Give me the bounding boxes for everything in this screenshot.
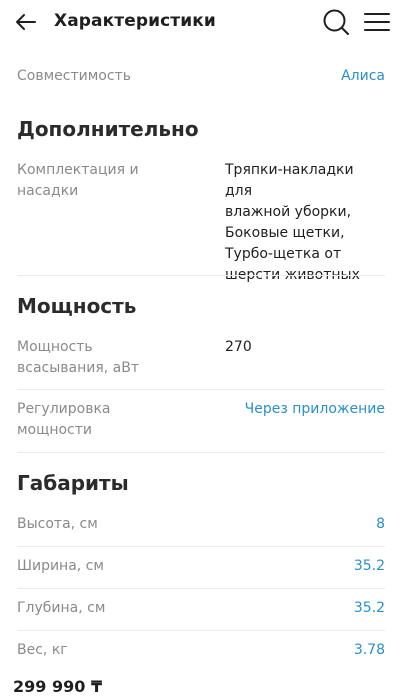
spec-value-link[interactable]: 35.2 (354, 556, 385, 577)
spec-value-link[interactable]: Через приложение (245, 399, 385, 420)
arrow-left-icon (16, 14, 36, 30)
section-title-additional: Дополнительно (17, 117, 199, 141)
section-title-dimensions: Габариты (17, 471, 129, 495)
divider (17, 546, 385, 547)
spec-value-link[interactable]: 35.2 (354, 598, 385, 619)
spec-value-line: Турбо-щетка от (225, 246, 342, 262)
divider (17, 588, 385, 589)
spec-value-link[interactable]: Алиса (341, 66, 385, 87)
spec-label-line: всасывания, аВт (17, 360, 140, 376)
spec-label: Регулировка мощности (17, 399, 110, 441)
menu-button[interactable] (363, 10, 391, 34)
spec-value-line: Боковые щетки, (225, 225, 345, 241)
top-bar: Характеристики (0, 0, 402, 44)
spec-value-line: влажной уборки, (225, 204, 352, 220)
spec-value-link[interactable]: 3.78 (354, 640, 385, 661)
spec-row-suction-power: Мощность всасывания, аВт 270 (17, 337, 385, 381)
spec-row-compatibility: Совместимость Алиса (17, 66, 385, 88)
spec-label-line: насадки (17, 183, 79, 199)
spec-row-height: Высота, см 8 (17, 514, 385, 536)
spec-label: Ширина, см (17, 558, 104, 574)
page-title: Характеристики (54, 11, 216, 31)
hamburger-menu-icon (364, 13, 390, 31)
spec-label: Совместимость (17, 68, 131, 84)
search-icon (323, 9, 349, 35)
divider (17, 275, 385, 276)
spec-label: Глубина, см (17, 600, 106, 616)
divider (17, 452, 385, 453)
spec-row-depth: Глубина, см 35.2 (17, 598, 385, 620)
section-title-power: Мощность (17, 294, 137, 318)
search-button[interactable] (322, 8, 350, 36)
divider (17, 630, 385, 631)
spec-value-link[interactable]: 8 (376, 514, 385, 535)
spec-label-line: мощности (17, 422, 92, 438)
spec-value: Тряпки-накладки для влажной уборки, Боко… (225, 160, 385, 286)
spec-value: 270 (225, 339, 252, 355)
product-specs-page: Характеристики Совместимость Алиса Допол… (0, 0, 402, 700)
spec-label-line: Мощность (17, 339, 93, 355)
spec-label: Комплектация и насадки (17, 160, 139, 202)
spec-label-line: Комплектация и (17, 162, 139, 178)
spec-value-line: Тряпки-накладки для (225, 162, 354, 199)
spec-label: Мощность всасывания, аВт (17, 337, 139, 379)
spec-label: Высота, см (17, 516, 98, 532)
divider (17, 389, 385, 390)
spec-label: Вес, кг (17, 642, 68, 658)
spec-row-width: Ширина, см 35.2 (17, 556, 385, 578)
spec-row-weight: Вес, кг 3.78 (17, 640, 385, 662)
spec-row-equipment: Комплектация и насадки Тряпки-накладки д… (17, 160, 385, 283)
spec-label-line: Регулировка (17, 401, 111, 417)
product-price: 299 990 ₸ (13, 677, 103, 696)
spec-row-power-regulation: Регулировка мощности Через приложение (17, 399, 385, 443)
back-button[interactable] (12, 8, 40, 36)
